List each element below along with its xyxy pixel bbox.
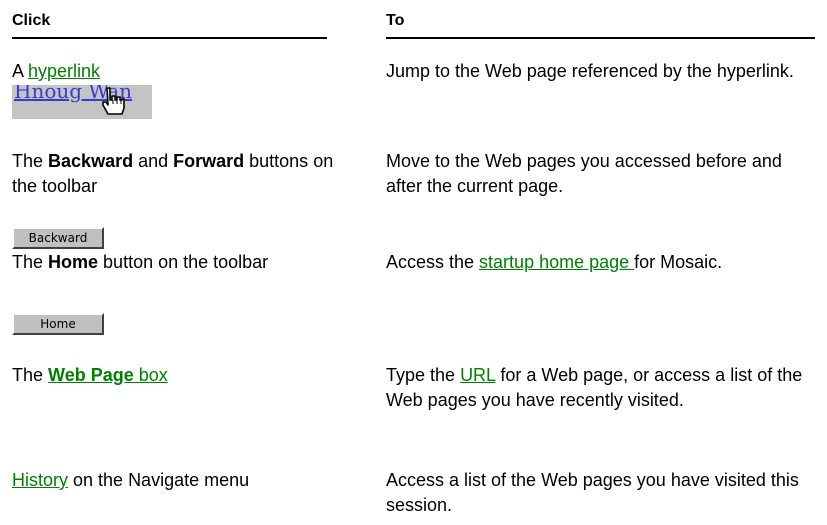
column-header-click: Click xyxy=(12,12,51,29)
row-backforward-to: Move to the Web pages you accessed befor… xyxy=(386,151,782,196)
column-header-to: To xyxy=(386,12,405,29)
hyperlink-link[interactable]: hyperlink xyxy=(28,61,100,81)
row-hyperlink-to: Jump to the Web page referenced by the h… xyxy=(386,61,794,81)
row-home-click: The Home button on the toolbar xyxy=(12,250,342,275)
text-segment: and xyxy=(133,151,174,171)
text-segment: The xyxy=(12,252,49,272)
backward-button[interactable]: Backward xyxy=(12,227,104,249)
text-segment: The xyxy=(12,365,49,385)
row-backforward-click: The Backward and Forward buttons on the … xyxy=(12,149,342,199)
row-webpage-to: Type the URL for a Web page, or access a… xyxy=(386,363,816,413)
row-webpage-click: The Web Page box xyxy=(12,363,342,388)
header-rule-to xyxy=(386,37,815,39)
text-segment: for Mosaic. xyxy=(634,252,723,272)
row-history-to: Access a list of the Web pages you have … xyxy=(386,470,799,515)
row-history-click: History on the Navigate menu xyxy=(12,468,342,493)
web-page-link-bold[interactable]: Web Page xyxy=(48,365,134,385)
startup-home-page-link[interactable]: startup home page xyxy=(479,252,634,272)
text-segment: Access the xyxy=(386,252,480,272)
text-segment: Type the xyxy=(386,365,461,385)
header-rule-click xyxy=(12,37,327,39)
bold-home: Home xyxy=(48,252,99,272)
home-button[interactable]: Home xyxy=(12,313,104,335)
web-page-box-link[interactable]: Web Page box xyxy=(48,365,168,385)
history-link[interactable]: History xyxy=(12,470,68,490)
text-segment: The xyxy=(12,151,49,171)
hyperlink-illustration: Hnoug Wan xyxy=(12,85,152,119)
bold-forward: Forward xyxy=(173,151,245,171)
text-segment: on the Navigate menu xyxy=(68,470,250,490)
row-hyperlink-click: A hyperlink xyxy=(12,59,342,84)
bold-backward: Backward xyxy=(48,151,134,171)
web-page-link-rest[interactable]: box xyxy=(134,365,168,385)
row-hyperlink-prefix: A xyxy=(12,61,29,81)
text-segment: button on the toolbar xyxy=(98,252,269,272)
pointing-hand-icon xyxy=(102,87,125,115)
row-home-to: Access the startup home page for Mosaic. xyxy=(386,250,816,275)
url-link[interactable]: URL xyxy=(460,365,495,385)
